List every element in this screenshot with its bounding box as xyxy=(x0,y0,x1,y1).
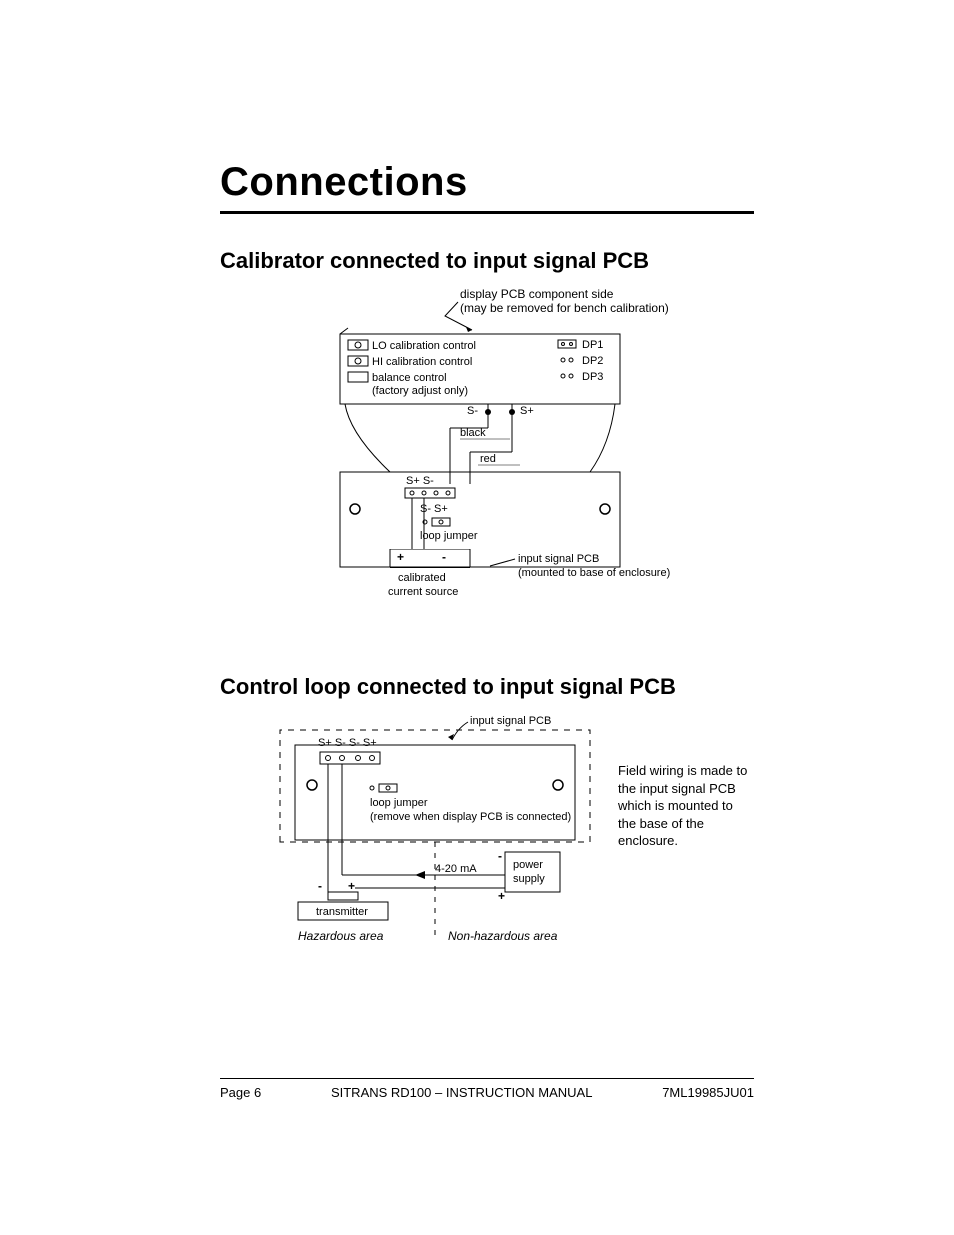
dp2-label: DP2 xyxy=(582,355,603,367)
plus-ps: + xyxy=(498,889,505,903)
terminals-2: S+ S- S- S+ xyxy=(318,737,377,749)
input-pcb-1: input signal PCB xyxy=(518,553,599,565)
figure-calibrator: display PCB component side (may be remov… xyxy=(220,284,754,614)
s-minus-top: S- xyxy=(467,405,478,417)
calib-src-1: calibrated xyxy=(398,572,446,584)
dp3-label: DP3 xyxy=(582,371,603,383)
bal-label: balance control xyxy=(372,372,447,384)
footer: Page 6 SITRANS RD100 – INSTRUCTION MANUA… xyxy=(220,1078,754,1100)
input-pcb-note-1: (mounted to base of enclosure) xyxy=(518,567,670,579)
plus-1: + xyxy=(397,550,404,564)
transmitter-label: transmitter xyxy=(316,906,368,918)
footer-center: SITRANS RD100 – INSTRUCTION MANUAL xyxy=(331,1085,593,1100)
minus-tx: - xyxy=(318,879,322,893)
section2-heading: Control loop connected to input signal P… xyxy=(220,674,754,700)
minus-ps: - xyxy=(498,849,502,863)
haz-label: Hazardous area xyxy=(298,929,384,943)
black-label: black xyxy=(460,427,486,439)
plus-tx: + xyxy=(348,879,355,893)
loop-jumper-2: loop jumper xyxy=(370,797,428,809)
section1-heading: Calibrator connected to input signal PCB xyxy=(220,248,754,274)
dp1-label: DP1 xyxy=(582,339,603,351)
title-rule xyxy=(220,211,754,214)
display-pcb-label-2: (may be removed for bench calibration) xyxy=(460,301,669,315)
input-pcb-2: input signal PCB xyxy=(470,715,551,727)
signal-label: 4-20 mA xyxy=(435,863,477,875)
ps-2: supply xyxy=(513,873,545,885)
side-paragraph: Field wiring is made to the input signal… xyxy=(618,762,748,850)
loop-jumper-note: (remove when display PCB is connected) xyxy=(370,811,571,823)
footer-page: Page 6 xyxy=(220,1085,261,1100)
figure-control-loop: input signal PCB S+ S- S- S+ loop xyxy=(220,710,754,970)
lo-cal-label: LO calibration control xyxy=(372,340,476,352)
footer-right: 7ML19985JU01 xyxy=(662,1085,754,1100)
hi-cal-label: HI calibration control xyxy=(372,356,472,368)
ps-1: power xyxy=(513,859,543,871)
calib-src-2: current source xyxy=(388,586,458,598)
nonhaz-label: Non-hazardous area xyxy=(448,929,558,943)
display-pcb-label-1: display PCB component side xyxy=(460,287,614,301)
page-title: Connections xyxy=(220,160,754,205)
s-plus-top: S+ xyxy=(520,405,534,417)
sp-sm-left: S+ S- xyxy=(406,475,434,487)
bal-note: (factory adjust only) xyxy=(372,385,468,397)
red-label: red xyxy=(480,453,496,465)
sm-sp-mid: S- S+ xyxy=(420,503,448,515)
loop-jumper-1: loop jumper xyxy=(420,530,478,542)
minus-1: - xyxy=(442,550,446,564)
